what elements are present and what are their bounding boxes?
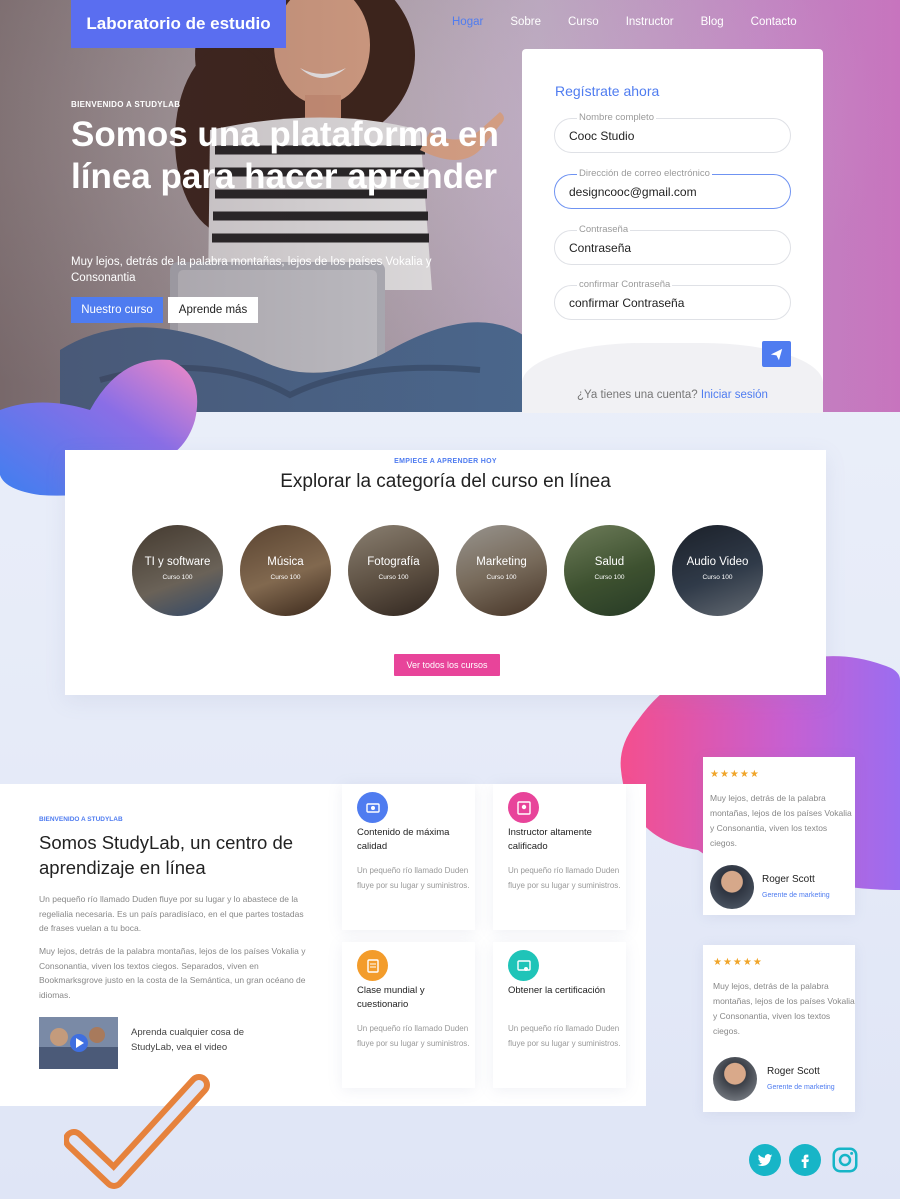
nav-item-curso[interactable]: Curso — [568, 16, 599, 28]
star-rating: ★★★★★ — [710, 769, 760, 780]
testimonial-role: Gerente de marketing — [767, 1084, 835, 1091]
category-marketing[interactable]: Marketing Curso 100 — [456, 525, 547, 616]
category-label: Audio Video — [686, 556, 749, 568]
brand-logo[interactable]: Laboratorio de estudio — [71, 0, 286, 48]
decorative-checkmark — [64, 1074, 210, 1189]
feature-card-quality: Contenido de máxima calidad Un pequeño r… — [342, 784, 475, 930]
feature-card-instructor: Instructor altamente calificado Un peque… — [493, 784, 626, 930]
testimonial-card: ★★★★★ Muy lejos, detrás de la palabra mo… — [703, 757, 855, 915]
category-count: Curso 100 — [162, 574, 193, 581]
feature-card-quiz: Clase mundial y cuestionario Un pequeño … — [342, 942, 475, 1088]
video-preview-image — [39, 1017, 118, 1069]
send-icon — [770, 348, 783, 360]
hero-description: Muy lejos, detrás de la palabra montañas… — [71, 256, 432, 284]
video-caption: Aprenda cualquier cosa de StudyLab, vea … — [131, 1027, 245, 1053]
password-field[interactable]: Contraseña Contraseña — [554, 224, 791, 265]
instagram-icon[interactable] — [829, 1144, 861, 1176]
view-all-courses-button[interactable]: Ver todos los cursos — [394, 654, 500, 676]
testimonial-text: Muy lejos, detrás de la palabra montañas… — [710, 793, 852, 848]
login-link[interactable]: Iniciar sesión — [701, 389, 768, 401]
email-label: Dirección de correo electrónico — [577, 168, 712, 179]
category-label: TI y software — [144, 556, 211, 568]
about-title: Somos StudyLab, un centro de aprendizaje… — [39, 832, 294, 878]
category-count: Curso 100 — [378, 574, 409, 581]
category-audio-video[interactable]: Audio Video Curso 100 — [672, 525, 763, 616]
hero-title: Somos una plataforma en línea para hacer… — [71, 115, 499, 196]
nav-item-hogar[interactable]: Hogar — [452, 16, 483, 28]
feature-text: Un pequeño río llamado Duden fluye por s… — [357, 1024, 470, 1048]
feature-text: Un pequeño río llamado Duden fluye por s… — [357, 866, 470, 890]
testimonial-name: Roger Scott — [767, 1066, 820, 1077]
nav-item-instructor[interactable]: Instructor — [626, 16, 674, 28]
category-section: EMPIECE A APRENDER HOY Explorar la categ… — [65, 450, 826, 695]
hero-kicker: BIENVENIDO A STUDYLAB — [71, 100, 181, 109]
feature-title: Contenido de máxima calidad — [357, 827, 450, 852]
testimonial-name: Roger Scott — [762, 874, 815, 885]
about-paragraph-1: Un pequeño río llamado Duden fluye por s… — [39, 894, 304, 933]
full-name-field[interactable]: Nombre completo Cooc Studio — [554, 112, 791, 153]
feature-text: Un pequeño río llamado Duden fluye por s… — [508, 1024, 621, 1048]
feature-card-certificate: Obtener la certificación Un pequeño río … — [493, 942, 626, 1088]
category-kicker: EMPIECE A APRENDER HOY — [394, 458, 497, 465]
category-label: Salud — [594, 556, 625, 568]
nav-item-sobre[interactable]: Sobre — [510, 16, 541, 28]
category-title: Explorar la categoría del curso en línea — [280, 471, 611, 492]
video-thumbnail[interactable] — [39, 1017, 118, 1069]
password-label: Contraseña — [577, 224, 631, 235]
feature-title: Clase mundial y cuestionario — [357, 985, 425, 1010]
category-count: Curso 100 — [270, 574, 301, 581]
learn-more-button[interactable]: Aprende más — [168, 297, 258, 323]
category-photography[interactable]: Fotografía Curso 100 — [348, 525, 439, 616]
full-name-value: Cooc Studio — [569, 129, 635, 143]
category-label: Fotografía — [367, 556, 420, 568]
full-name-label: Nombre completo — [577, 112, 656, 123]
category-count: Curso 100 — [594, 574, 625, 581]
certificate-icon — [508, 950, 539, 981]
main-nav: Hogar Sobre Curso Instructor Blog Contac… — [452, 16, 824, 28]
category-label: Marketing — [476, 556, 527, 568]
about-section: BIENVENIDO A STUDYLAB Somos StudyLab, un… — [0, 784, 646, 1106]
email-value: designcooc@gmail.com — [569, 185, 697, 199]
register-title: Regístrate ahora — [555, 83, 660, 99]
confirm-password-field[interactable]: confirmar Contraseña confirmar Contraseñ… — [554, 279, 791, 320]
testimonial-card: ★★★★★ Muy lejos, detrás de la palabra mo… — [703, 945, 855, 1112]
email-field[interactable]: Dirección de correo electrónico designco… — [554, 168, 791, 209]
star-rating: ★★★★★ — [713, 957, 763, 968]
avatar — [710, 865, 754, 909]
avatar — [713, 1057, 757, 1101]
confirm-password-value: confirmar Contraseña — [569, 296, 685, 310]
testimonial-role: Gerente de marketing — [762, 892, 830, 899]
login-prompt: ¿Ya tienes una cuenta? Iniciar sesión — [522, 389, 823, 401]
category-count: Curso 100 — [486, 574, 517, 581]
about-paragraph-2: Muy lejos, detrás de la palabra montañas… — [39, 946, 306, 1000]
instructor-icon — [508, 792, 539, 823]
testimonial-text: Muy lejos, detrás de la palabra montañas… — [713, 981, 855, 1036]
quiz-icon — [357, 950, 388, 981]
category-label: Música — [267, 556, 304, 568]
about-kicker: BIENVENIDO A STUDYLAB — [39, 816, 123, 823]
category-it-software[interactable]: TI y software Curso 100 — [132, 525, 223, 616]
feature-title: Instructor altamente calificado — [508, 827, 592, 852]
facebook-icon[interactable] — [789, 1144, 821, 1176]
category-health[interactable]: Salud Curso 100 — [564, 525, 655, 616]
register-card: Regístrate ahora Nombre completo Cooc St… — [522, 49, 823, 413]
category-count: Curso 100 — [702, 574, 733, 581]
nav-item-blog[interactable]: Blog — [701, 16, 724, 28]
password-value: Contraseña — [569, 241, 632, 255]
confirm-password-label: confirmar Contraseña — [577, 279, 673, 290]
submit-register-button[interactable] — [762, 341, 791, 367]
category-music[interactable]: Música Curso 100 — [240, 525, 331, 616]
login-prompt-text: ¿Ya tienes una cuenta? — [577, 389, 698, 401]
video-icon — [357, 792, 388, 823]
feature-title: Obtener la certificación — [508, 985, 606, 996]
our-course-button[interactable]: Nuestro curso — [71, 297, 163, 323]
nav-item-contacto[interactable]: Contacto — [751, 16, 797, 28]
feature-text: Un pequeño río llamado Duden fluye por s… — [508, 866, 621, 890]
twitter-icon[interactable] — [749, 1144, 781, 1176]
